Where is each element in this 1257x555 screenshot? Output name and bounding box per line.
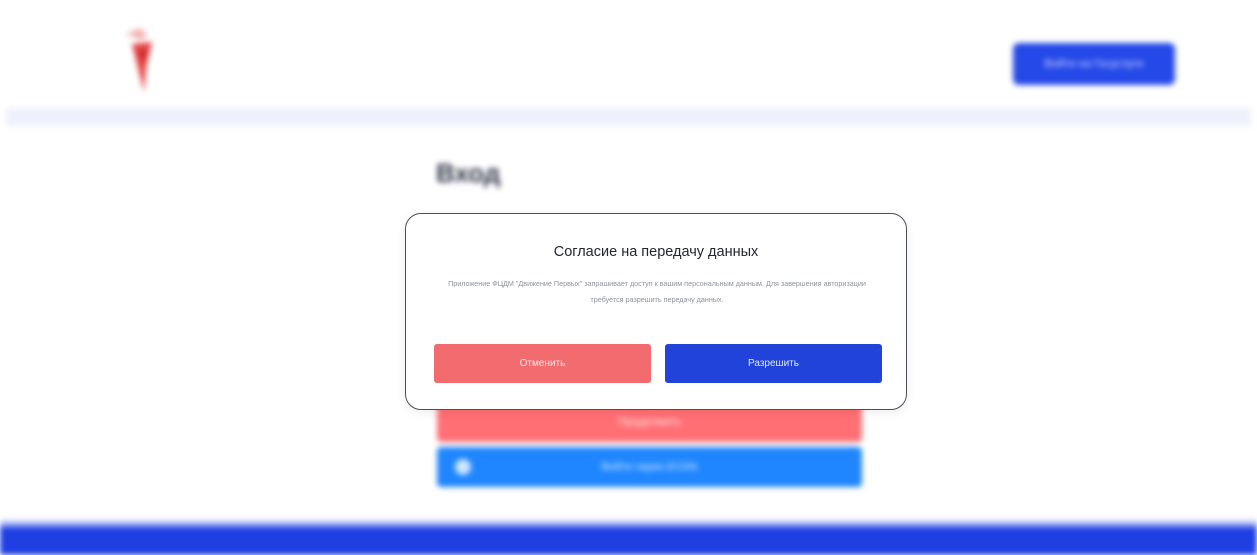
esia-login-button-label: Войти через ЕСИА [601, 461, 698, 473]
page-title: Вход [436, 158, 501, 188]
allow-button[interactable]: Разрешить [665, 344, 882, 383]
modal-description: Приложение ФЦДМ "Движение Первых" запраш… [448, 279, 866, 304]
consent-modal: Согласие на передачу данных Приложение Ф… [405, 213, 907, 410]
esia-login-button[interactable]: Войти через ЕСИА [437, 447, 862, 487]
page: Войти на Госуслуги Вход Продолжить Войти… [0, 0, 1257, 555]
logo-icon [126, 28, 152, 92]
footer [0, 528, 1257, 555]
decline-button[interactable]: Отменить [434, 344, 651, 383]
modal-title: Согласие на передачу данных [553, 244, 759, 260]
header: Войти на Госуслуги [0, 0, 1257, 110]
gosuslugi-login-button[interactable]: Войти на Госуслуги [1013, 43, 1175, 85]
gosuslugi-icon [455, 459, 471, 475]
continue-button-label: Продолжить [618, 416, 681, 428]
header-divider [6, 108, 1251, 126]
